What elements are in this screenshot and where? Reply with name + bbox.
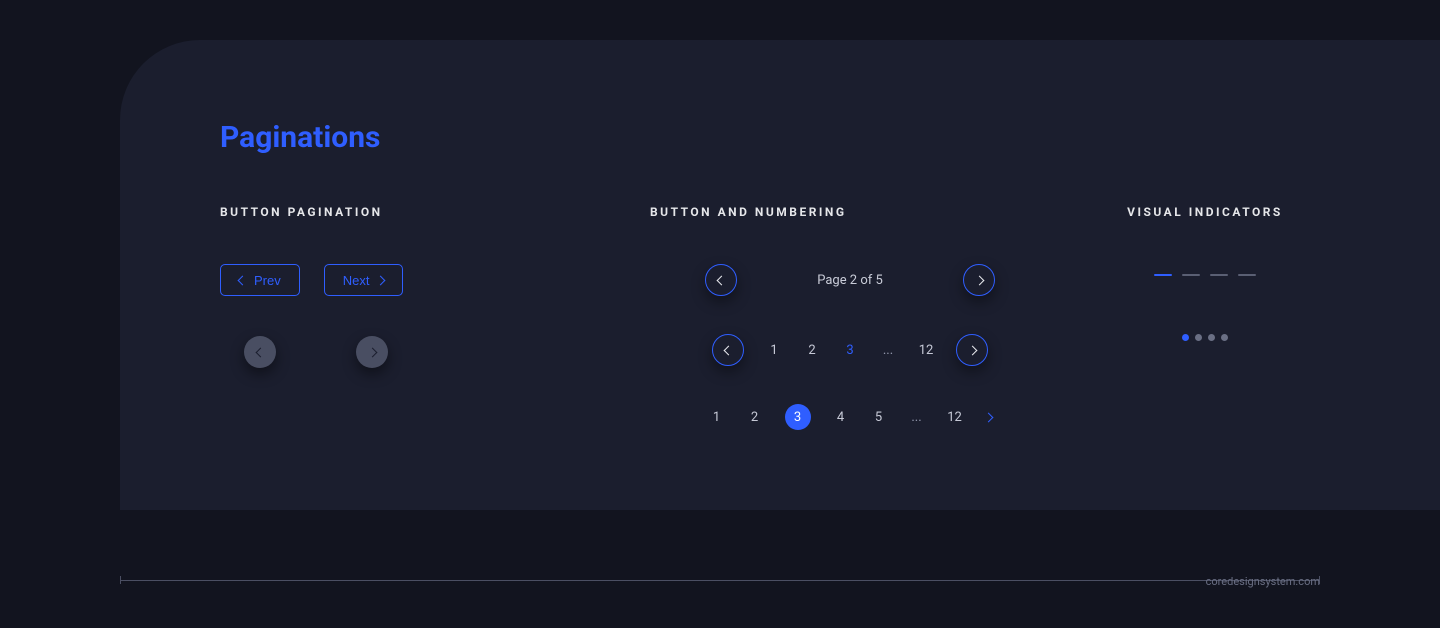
next-page-button[interactable] <box>956 334 988 366</box>
page-ellipsis: ... <box>880 343 896 358</box>
footer-bar <box>121 580 1319 581</box>
dot-indicator[interactable] <box>1195 334 1202 341</box>
chevron-left-icon <box>723 345 733 355</box>
section-label-button-pagination: BUTTON PAGINATION <box>220 205 630 219</box>
dot-indicators <box>1182 334 1228 341</box>
footer-rule <box>120 576 1320 584</box>
prev-page-button[interactable] <box>705 264 737 296</box>
numbering-row-compact: 123...12 <box>630 334 1070 366</box>
chevron-right-icon <box>376 275 386 285</box>
prev-button-label: Prev <box>254 273 281 288</box>
col-button-pagination: BUTTON PAGINATION Prev Next <box>220 205 630 430</box>
page-number[interactable]: 1 <box>709 410 725 425</box>
button-pagination-row-circle <box>220 336 630 368</box>
dot-indicator[interactable] <box>1182 334 1189 341</box>
dash-indicator[interactable] <box>1154 274 1172 276</box>
prev-button[interactable]: Prev <box>220 264 300 296</box>
button-pagination-row-outline: Prev Next <box>220 264 630 296</box>
paginations-card: Paginations BUTTON PAGINATION Prev Next <box>120 40 1440 510</box>
chevron-right-icon <box>367 347 377 357</box>
dash-indicator[interactable] <box>1210 274 1228 276</box>
chevron-left-icon <box>238 275 248 285</box>
page-ellipsis: ... <box>909 410 925 425</box>
page-number-active[interactable]: 3 <box>785 404 811 430</box>
next-circle-button[interactable] <box>356 336 388 368</box>
page-number[interactable]: 3 <box>842 343 858 358</box>
page-number[interactable]: 12 <box>947 410 963 425</box>
next-button[interactable]: Next <box>324 264 404 296</box>
next-page-button[interactable] <box>963 264 995 296</box>
columns: BUTTON PAGINATION Prev Next <box>220 205 1340 430</box>
page-number[interactable]: 1 <box>766 343 782 358</box>
prev-page-button[interactable] <box>712 334 744 366</box>
page-number[interactable]: 4 <box>833 410 849 425</box>
visual-indicators-wrap <box>1070 264 1340 341</box>
numbering-row-expanded: 12345...12 <box>630 404 1070 430</box>
footer-label: coredesignsystem.com <box>1206 575 1320 588</box>
col-visual-indicators: VISUAL INDICATORS <box>1070 205 1340 430</box>
page-number[interactable]: 5 <box>871 410 887 425</box>
page-number[interactable]: 2 <box>747 410 763 425</box>
section-label-visual-indicators: VISUAL INDICATORS <box>1070 205 1340 219</box>
section-label-button-numbering: BUTTON AND NUMBERING <box>650 205 1070 219</box>
page-number[interactable]: 2 <box>804 343 820 358</box>
next-button-label: Next <box>343 273 370 288</box>
page-status-text: Page 2 of 5 <box>817 273 883 288</box>
chevron-right-icon <box>967 345 977 355</box>
dash-indicator[interactable] <box>1182 274 1200 276</box>
page-number[interactable]: 12 <box>918 343 934 358</box>
numbering-row-status: Page 2 of 5 <box>705 264 995 296</box>
next-page-chevron-icon[interactable] <box>983 412 993 422</box>
dash-indicator[interactable] <box>1238 274 1256 276</box>
dash-indicators <box>1154 274 1256 276</box>
dot-indicator[interactable] <box>1208 334 1215 341</box>
prev-circle-button[interactable] <box>244 336 276 368</box>
col-button-numbering: BUTTON AND NUMBERING Page 2 of 5 <box>630 205 1070 430</box>
numbering-wrap: Page 2 of 5 123...12 12345.. <box>630 264 1070 430</box>
chevron-right-icon <box>974 275 984 285</box>
dot-indicator[interactable] <box>1221 334 1228 341</box>
chevron-left-icon <box>716 275 726 285</box>
page-title: Paginations <box>220 120 1340 155</box>
chevron-left-icon <box>255 347 265 357</box>
